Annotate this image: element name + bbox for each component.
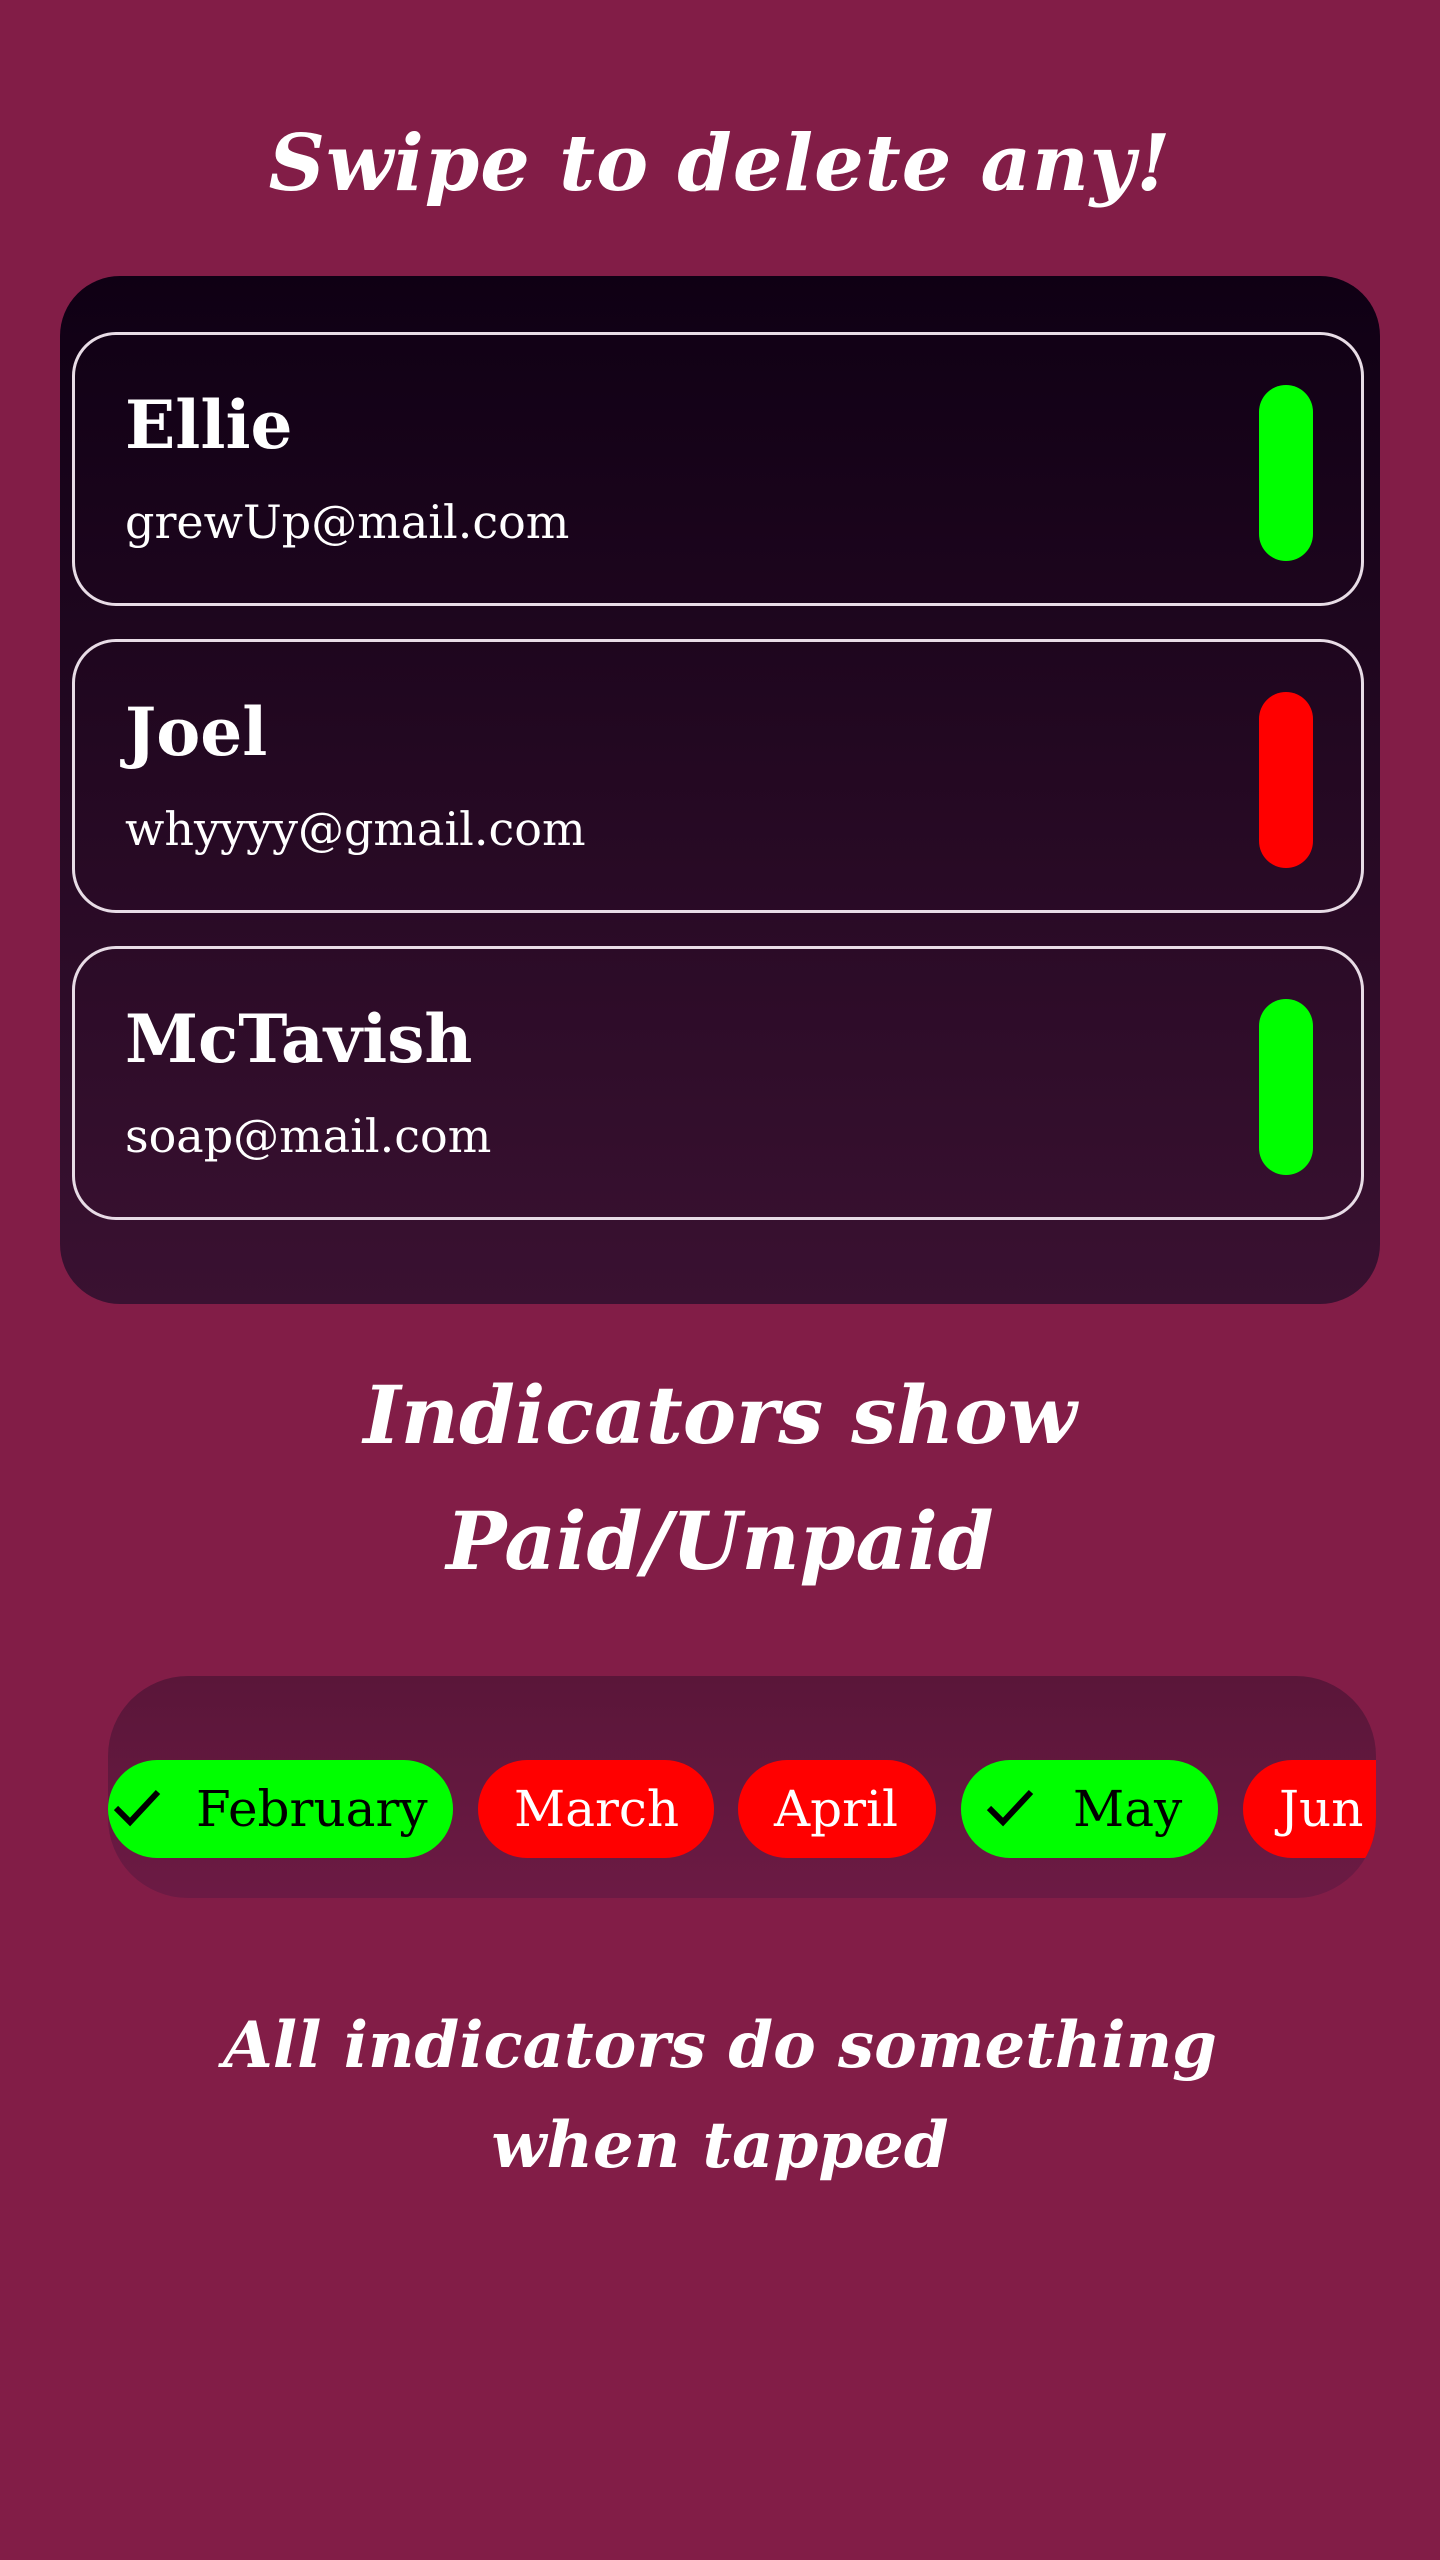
contact-email: whyyyy@gmail.com bbox=[125, 802, 586, 856]
contact-card-ellie[interactable]: Ellie grewUp@mail.com bbox=[72, 332, 1364, 606]
contact-name: Joel bbox=[125, 693, 268, 771]
contact-card-mctavish[interactable]: McTavish soap@mail.com bbox=[72, 946, 1364, 1220]
contact-email: grewUp@mail.com bbox=[125, 495, 570, 549]
month-label: February bbox=[196, 1780, 428, 1838]
month-label: March bbox=[514, 1780, 680, 1838]
contact-email: soap@mail.com bbox=[125, 1109, 492, 1163]
swipe-heading: Swipe to delete any! bbox=[268, 118, 1172, 209]
contact-name: McTavish bbox=[125, 1000, 473, 1078]
month-chip-february[interactable]: February bbox=[108, 1760, 453, 1858]
tapped-heading: All indicators do something when tapped bbox=[0, 1996, 1440, 2196]
contact-name: Ellie bbox=[125, 386, 293, 464]
check-icon bbox=[986, 1789, 1034, 1827]
tapped-heading-line1: All indicators do something bbox=[223, 2008, 1217, 2083]
contacts-list: Ellie grewUp@mail.com Joel whyyyy@gmail.… bbox=[60, 276, 1380, 1304]
month-label: Jun bbox=[1279, 1780, 1364, 1838]
contact-card-joel[interactable]: Joel whyyyy@gmail.com bbox=[72, 639, 1364, 913]
month-chip-june[interactable]: Jun bbox=[1243, 1760, 1376, 1858]
unpaid-indicator[interactable] bbox=[1259, 692, 1313, 868]
indicators-heading-line1: Indicators show bbox=[363, 1368, 1077, 1462]
month-chip-march[interactable]: March bbox=[478, 1760, 714, 1858]
tapped-heading-line2: when tapped bbox=[491, 2108, 949, 2183]
month-chip-april[interactable]: April bbox=[738, 1760, 936, 1858]
month-label: April bbox=[774, 1780, 898, 1838]
month-label: May bbox=[1073, 1780, 1183, 1838]
check-icon bbox=[113, 1789, 161, 1827]
paid-indicator[interactable] bbox=[1259, 999, 1313, 1175]
paid-indicator[interactable] bbox=[1259, 385, 1313, 561]
month-chip-may[interactable]: May bbox=[961, 1760, 1218, 1858]
indicators-heading: Indicators show Paid/Unpaid bbox=[0, 1352, 1440, 1604]
months-chip-row[interactable]: February March April May Jun bbox=[108, 1676, 1376, 1898]
indicators-heading-line2: Paid/Unpaid bbox=[446, 1494, 994, 1588]
